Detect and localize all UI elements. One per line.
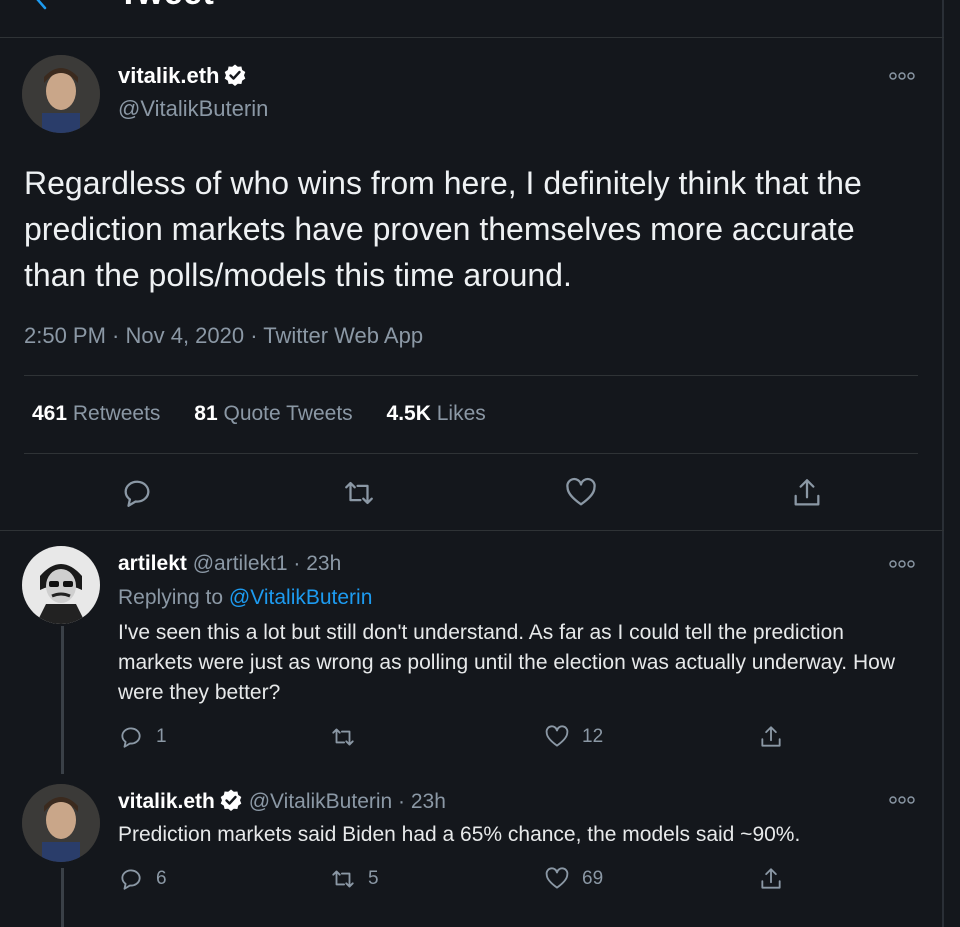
verified-icon [225, 64, 246, 86]
tweet-text: Regardless of who wins from here, I defi… [24, 165, 862, 293]
reply-like-button[interactable]: 69 [544, 866, 603, 894]
reply-author[interactable]: vitalik.eth @VitalikButerin · 23h [118, 788, 446, 814]
avatar-artilekt[interactable] [22, 546, 100, 624]
share-icon [761, 726, 781, 747]
likes-stat[interactable]: 4.5K Likes [387, 402, 486, 426]
replying-to: Replying to @VitalikButerin [118, 586, 373, 609]
share-icon [761, 868, 781, 889]
reply-icon [121, 727, 141, 748]
page-title: Tweet [118, 0, 214, 13]
reply-retweet-button[interactable] [330, 724, 368, 752]
author-name[interactable]: vitalik.eth [118, 63, 247, 89]
divider [24, 375, 918, 376]
retweet-icon[interactable] [342, 476, 376, 510]
share-icon[interactable] [790, 476, 824, 510]
tweet-timestamp[interactable]: 2:50 PM · Nov 4, 2020 · Twitter Web App [24, 323, 423, 349]
header-bar: Tweet [0, 0, 944, 38]
tweet-page: Tweet vitalik.eth @VitalikButerin Regard… [0, 0, 960, 927]
like-icon[interactable] [564, 476, 598, 510]
retweet-icon [332, 728, 354, 746]
more-icon[interactable] [889, 70, 915, 82]
like-icon [545, 867, 569, 889]
replying-to-link[interactable]: @VitalikButerin [229, 586, 373, 609]
reply-reply-button[interactable]: 6 [118, 866, 167, 894]
tweet-stats: 461 Retweets 81 Quote Tweets 4.5K Likes [32, 402, 514, 426]
divider [0, 530, 944, 531]
thread-line [61, 868, 64, 927]
reply-text: I've seen this a lot but still don't und… [118, 621, 895, 704]
reply-icon[interactable] [120, 476, 154, 510]
like-icon [545, 725, 569, 747]
reply-icon [121, 869, 141, 890]
avatar-vitalik[interactable] [22, 784, 100, 862]
reply-like-button[interactable]: 12 [544, 724, 603, 752]
reply-share-button[interactable] [758, 724, 784, 752]
more-icon[interactable] [889, 794, 915, 806]
thread-line [61, 626, 64, 774]
scroll-rail [942, 0, 944, 927]
reply-reply-button[interactable]: 1 [118, 724, 167, 752]
avatar-vitalik[interactable] [22, 55, 100, 133]
reply-share-button[interactable] [758, 866, 784, 894]
divider [24, 453, 918, 454]
retweets-stat[interactable]: 461 Retweets [32, 402, 160, 426]
more-icon[interactable] [889, 558, 915, 570]
reply-text: Prediction markets said Biden had a 65% … [118, 823, 801, 846]
author-handle[interactable]: @VitalikButerin [118, 96, 268, 122]
retweet-icon [332, 870, 354, 888]
back-arrow-icon[interactable] [30, 0, 54, 12]
reply-retweet-button[interactable]: 5 [330, 866, 379, 894]
quote-tweets-stat[interactable]: 81 Quote Tweets [194, 402, 352, 426]
verified-icon [220, 789, 242, 811]
reply-author[interactable]: artilekt @artilekt1 · 23h [118, 552, 341, 576]
